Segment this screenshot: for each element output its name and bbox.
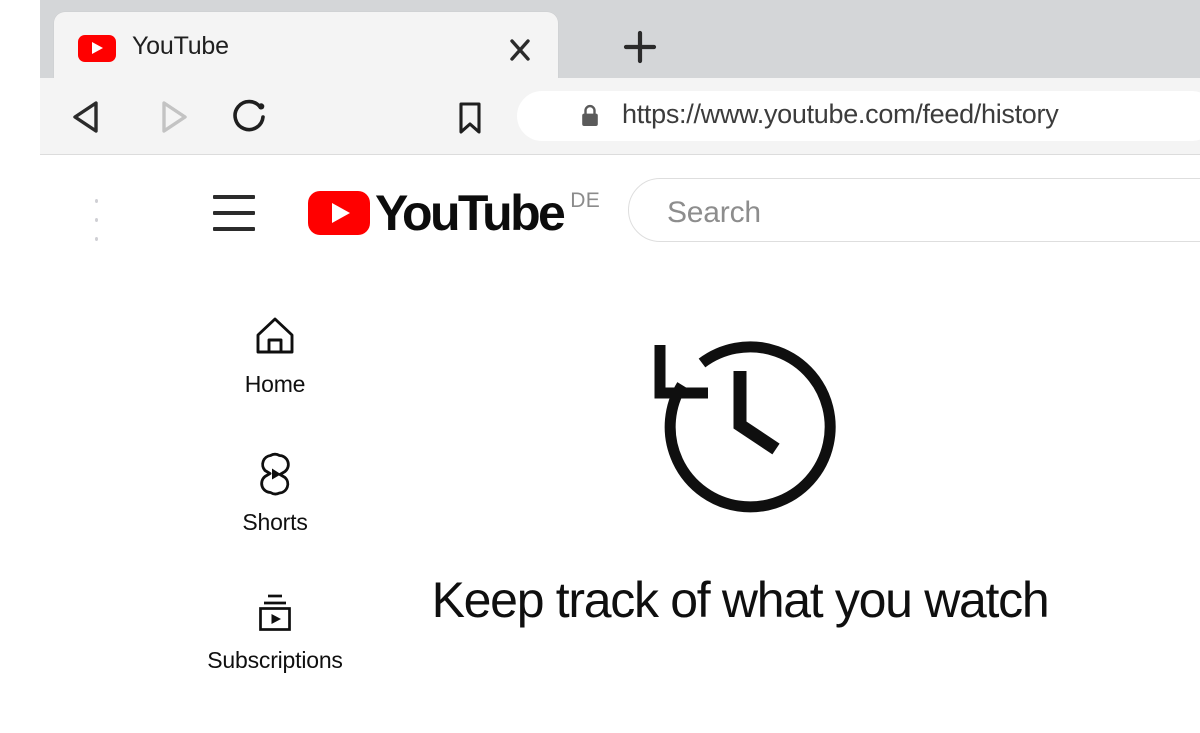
youtube-logo-text: YouTube [375, 185, 566, 241]
back-arrow-icon[interactable] [66, 94, 112, 140]
tab-title: YouTube [132, 32, 229, 60]
youtube-play-logo-icon [308, 191, 370, 235]
reload-icon[interactable] [226, 94, 272, 140]
history-clock-icon [410, 325, 1070, 515]
hamburger-menu-icon[interactable] [213, 195, 255, 231]
close-icon[interactable] [502, 34, 538, 66]
browser-window: YouTube https://www.youtube.com/feed/his… [40, 0, 1200, 733]
forward-arrow-icon [148, 94, 194, 140]
screenshot-root: YouTube https://www.youtube.com/feed/his… [0, 0, 1200, 733]
sidebar-item-label: Subscriptions [207, 647, 343, 673]
sidebar-item-label: Shorts [242, 509, 308, 535]
bookmark-icon[interactable] [448, 96, 492, 140]
country-code-label: DE [570, 189, 601, 212]
youtube-masthead: YouTube DE Search [40, 155, 1200, 265]
sidebar-item-home[interactable]: Home [195, 310, 355, 398]
history-empty-state: Keep track of what you watch [410, 325, 1070, 629]
shorts-icon [195, 448, 355, 500]
sidebar-item-subscriptions[interactable]: Subscriptions [195, 586, 355, 674]
browser-toolbar: https://www.youtube.com/feed/history [40, 78, 1200, 155]
subscriptions-icon [195, 586, 355, 638]
youtube-logo[interactable]: YouTube DE [308, 185, 601, 241]
lock-icon [579, 104, 601, 128]
sidebar-item-shorts[interactable]: Shorts [195, 448, 355, 536]
url-bar[interactable]: https://www.youtube.com/feed/history [517, 91, 1200, 141]
browser-tab-strip: YouTube [40, 0, 1200, 78]
search-input[interactable]: Search [628, 178, 1200, 242]
page-title: Keep track of what you watch [431, 572, 1050, 628]
youtube-favicon-icon [78, 35, 116, 62]
search-placeholder: Search [667, 196, 761, 229]
url-text: https://www.youtube.com/feed/history [622, 99, 1059, 129]
new-tab-button[interactable] [618, 26, 662, 68]
vertical-dots-icon[interactable] [94, 199, 99, 241]
youtube-page: YouTube DE Search Home Shorts Subscripti… [40, 155, 1200, 733]
browser-tab-youtube[interactable]: YouTube [54, 12, 558, 78]
sidebar-item-label: Home [244, 371, 306, 397]
youtube-mini-guide: Home Shorts Subscriptions [195, 310, 355, 724]
home-icon [195, 310, 355, 362]
